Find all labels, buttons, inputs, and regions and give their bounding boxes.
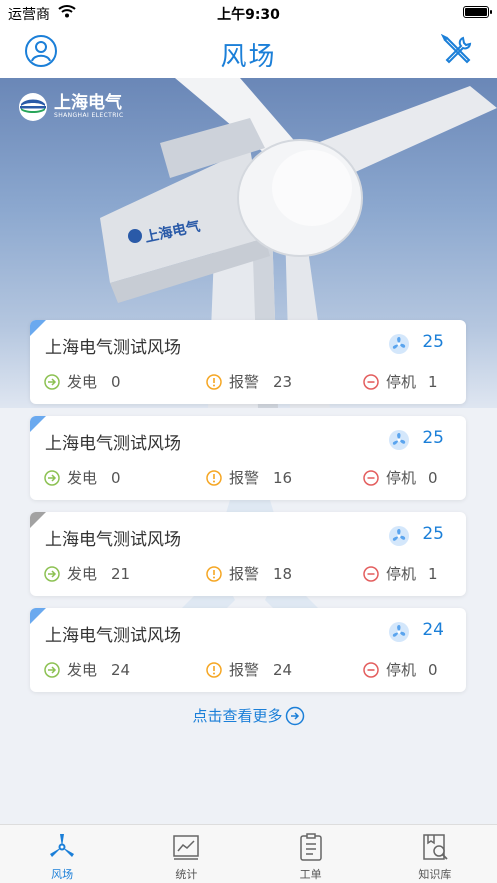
fan-icon	[389, 430, 409, 450]
card-status-corner	[30, 320, 46, 336]
arrow-right-circle-icon	[285, 706, 304, 725]
wind-turbine-icon	[50, 834, 75, 857]
wind-farm-name: 上海电气测试风场	[45, 626, 181, 646]
bottom-tab-bar: 风场 统计 工单 知识库	[0, 824, 497, 883]
stop-value: 1	[428, 564, 438, 583]
fan-count: 25	[422, 428, 444, 448]
alarm-label: 报警	[229, 373, 260, 391]
stop-stat: 停机 1	[363, 371, 438, 392]
stop-value: 0	[428, 660, 438, 679]
alarm-value: 23	[273, 372, 293, 391]
power-value: 0	[111, 372, 121, 391]
power-value: 21	[111, 564, 131, 583]
alarm-label: 报警	[229, 469, 260, 487]
stop-icon	[363, 469, 379, 486]
statistics-chart-icon	[173, 835, 200, 860]
alarm-stat: 报警 18	[206, 563, 292, 584]
status-time: 上午9:30	[217, 7, 280, 23]
fan-icon	[389, 526, 409, 546]
alarm-stat: 报警 24	[206, 659, 292, 680]
alarm-stat: 报警 16	[206, 467, 292, 488]
logo-text-en: SHANGHAI ELECTRIC	[54, 112, 124, 119]
brand-logo: 上海电气 SHANGHAI ELECTRIC	[16, 92, 124, 122]
power-label: 发电	[67, 565, 98, 583]
tab-work-order[interactable]: 工单	[249, 825, 373, 883]
wind-farm-name: 上海电气测试风场	[45, 530, 181, 550]
stop-value: 0	[428, 468, 438, 487]
stop-stat: 停机 0	[363, 659, 438, 680]
alarm-icon	[206, 661, 222, 678]
stop-label: 停机	[386, 373, 417, 391]
logo-text-cn: 上海电气	[54, 93, 122, 113]
wind-farm-name: 上海电气测试风场	[45, 338, 181, 358]
fan-count: 24	[422, 620, 444, 640]
alarm-value: 18	[273, 564, 293, 583]
power-stat: 发电 0	[44, 371, 121, 392]
wind-farm-card[interactable]: 上海电气测试风场 25 发电 0 报警 23 停机 1	[30, 320, 466, 404]
stop-icon	[363, 373, 379, 390]
alarm-icon	[206, 469, 222, 486]
power-label: 发电	[67, 373, 98, 391]
alarm-icon	[206, 565, 222, 582]
alarm-value: 16	[273, 468, 293, 487]
shanghai-electric-logo-icon	[19, 93, 47, 121]
card-status-corner	[30, 608, 46, 624]
battery-icon	[463, 6, 492, 18]
power-generation-icon	[44, 565, 60, 582]
power-generation-icon	[44, 469, 60, 486]
tab-label: 工单	[299, 868, 322, 881]
alarm-stat: 报警 23	[206, 371, 292, 392]
power-label: 发电	[67, 469, 98, 487]
alarm-value: 24	[273, 660, 293, 679]
alarm-label: 报警	[229, 565, 260, 583]
fan-icon	[389, 622, 409, 642]
power-label: 发电	[67, 661, 98, 679]
stop-label: 停机	[386, 565, 417, 583]
tab-label: 知识库	[418, 868, 452, 881]
stop-icon	[363, 565, 379, 582]
view-more-link[interactable]: 点击查看更多	[0, 705, 497, 726]
wind-farm-card[interactable]: 上海电气测试风场 24 发电 24 报警 24 停机 0	[30, 608, 466, 692]
tab-label: 统计	[175, 868, 198, 881]
view-more-label: 点击查看更多	[192, 707, 283, 725]
stop-label: 停机	[386, 661, 417, 679]
tab-knowledge-base[interactable]: 知识库	[373, 825, 497, 883]
stop-label: 停机	[386, 469, 417, 487]
power-value: 0	[111, 468, 121, 487]
fan-count: 25	[422, 524, 444, 544]
card-status-corner	[30, 512, 46, 528]
power-value: 24	[111, 660, 131, 679]
stop-value: 1	[428, 372, 438, 391]
wind-farm-card[interactable]: 上海电气测试风场 25 发电 0 报警 16 停机 0	[30, 416, 466, 500]
tab-label: 风场	[51, 868, 74, 881]
card-status-corner	[30, 416, 46, 432]
stop-stat: 停机 0	[363, 467, 438, 488]
nav-bar: 风场	[0, 26, 497, 78]
power-generation-icon	[44, 661, 60, 678]
power-stat: 发电 0	[44, 467, 121, 488]
fan-icon	[389, 334, 409, 354]
fan-count: 25	[422, 332, 444, 352]
knowledge-search-icon	[423, 834, 448, 860]
alarm-icon	[206, 373, 222, 390]
power-stat: 发电 21	[44, 563, 130, 584]
power-generation-icon	[44, 373, 60, 390]
tab-wind-farm[interactable]: 风场	[0, 825, 124, 883]
work-order-clipboard-icon	[299, 833, 322, 861]
wind-farm-name: 上海电气测试风场	[45, 434, 181, 454]
stop-icon	[363, 661, 379, 678]
settings-tools-icon[interactable]	[441, 34, 473, 66]
wind-farm-card[interactable]: 上海电气测试风场 25 发电 21 报警 18 停机 1	[30, 512, 466, 596]
tab-statistics[interactable]: 统计	[124, 825, 248, 883]
status-bar: 运营商 上午9:30	[0, 0, 497, 26]
page-title: 风场	[220, 42, 277, 72]
power-stat: 发电 24	[44, 659, 130, 680]
alarm-label: 报警	[229, 661, 260, 679]
stop-stat: 停机 1	[363, 563, 438, 584]
